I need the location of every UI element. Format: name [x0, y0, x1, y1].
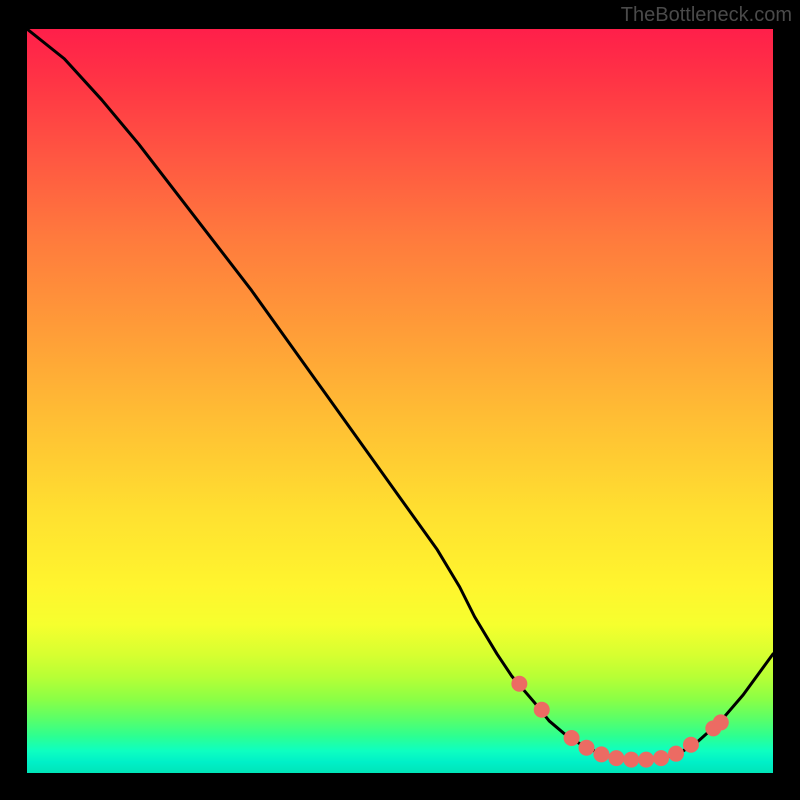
highlight-marker: [668, 746, 684, 762]
highlight-marker: [683, 737, 699, 753]
highlight-marker: [534, 702, 550, 718]
highlight-marker: [511, 676, 527, 692]
highlight-marker: [623, 752, 639, 768]
highlight-marker: [653, 750, 669, 766]
highlight-marker: [564, 730, 580, 746]
highlight-marker: [579, 740, 595, 756]
highlight-marker: [713, 714, 729, 730]
highlight-marker: [593, 746, 609, 762]
chart-svg: [27, 29, 773, 773]
highlight-marker: [608, 750, 624, 766]
plot-area: [27, 29, 773, 773]
watermark-label: TheBottleneck.com: [621, 4, 792, 27]
bottleneck-curve: [27, 29, 773, 760]
highlight-marker: [638, 752, 654, 768]
